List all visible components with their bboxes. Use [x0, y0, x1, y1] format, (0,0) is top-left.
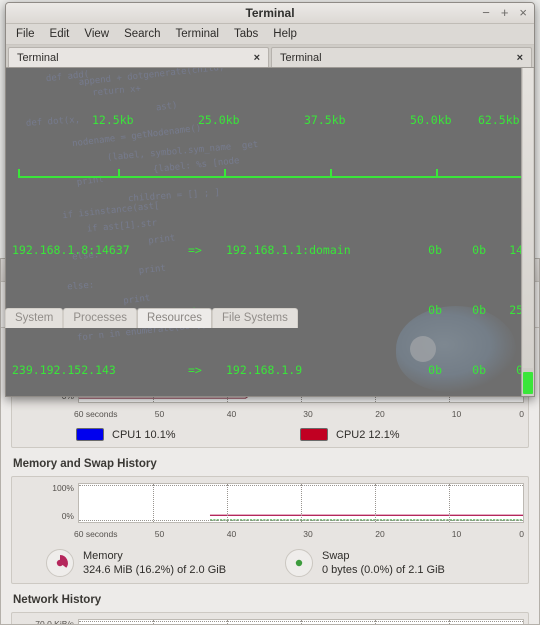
terminal-scrollbar-track[interactable]	[523, 68, 533, 368]
row-c2: 0b	[472, 243, 486, 257]
row-c1: 0b	[428, 243, 442, 257]
scale-label-0: 12.5kb	[92, 113, 134, 127]
menu-view[interactable]: View	[84, 28, 109, 40]
swap-gauge-icon	[285, 549, 313, 577]
iftop-output: 12.5kb 25.0kb 37.5kb 50.0kb 62.5kb 192.1…	[6, 68, 534, 396]
terminal-tab-1[interactable]: Terminal ×	[8, 47, 269, 67]
cpu2-legend: CPU2 12.1%	[300, 428, 524, 441]
terminal-tab-1-label: Terminal	[17, 51, 59, 64]
terminal-title: Terminal	[245, 6, 295, 20]
row-dest: 192.168.1.9	[226, 363, 303, 377]
iftop-row: 192.168.1.8:14637 => 192.168.1.1:domain 0b 0…	[12, 240, 530, 260]
memory-swap-title: Memory and Swap History	[13, 458, 157, 470]
row-host: 239.192.152.143	[12, 363, 116, 377]
tab-system[interactable]: System	[5, 308, 64, 328]
close-icon[interactable]: ×	[519, 4, 527, 22]
minimize-icon[interactable]: −	[482, 4, 490, 22]
cpu1-color-swatch	[76, 428, 104, 441]
terminal-scrollbar-thumb[interactable]	[523, 372, 533, 394]
cpu-x-axis: 60 seconds 50 40 30 20 10 0	[74, 409, 524, 419]
scale-label-2: 37.5kb	[304, 113, 346, 127]
memory-swap-section: Memory and Swap History 100% 0% 60 secon…	[1, 448, 539, 584]
memory-label: Memory	[83, 550, 123, 562]
network-history-panel: 70.0 KiB/s 0.0 KiB/s 60 seconds 50	[11, 612, 529, 625]
menu-search[interactable]: Search	[124, 28, 160, 40]
menu-help[interactable]: Help	[273, 28, 297, 40]
row-c1: 0b	[428, 303, 442, 317]
memory-x-tick-0: 60 seconds	[74, 529, 118, 539]
memory-x-tick-3: 30	[303, 529, 313, 539]
tab-file-systems[interactable]: File Systems	[212, 308, 298, 328]
maximize-icon[interactable]: +	[501, 4, 509, 22]
memory-legend: Memory 324.6 MiB (16.2%) of 2.0 GiB	[46, 549, 285, 577]
cpu2-color-swatch	[300, 428, 328, 441]
row-c2: 0b	[472, 303, 486, 317]
memory-swap-panel: 100% 0% 60 seconds 50 40 30 20 10 0 Memo…	[11, 476, 529, 584]
tab-processes[interactable]: Processes	[63, 308, 138, 328]
memory-y-bottom: 0%	[61, 511, 74, 521]
cpu-legend: CPU1 10.1% CPU2 12.1%	[16, 428, 524, 441]
iftop-scale-bar	[18, 169, 522, 178]
memory-x-tick-4: 20	[375, 529, 385, 539]
swap-label: Swap	[322, 550, 350, 562]
row-c2: 0b	[472, 363, 486, 377]
iftop-row: 239.192.152.143=>192.168.1.90b0b0b	[12, 360, 530, 380]
memory-y-axis: 100% 0%	[16, 483, 78, 529]
network-history-section: Network History 70.0 KiB/s 0.0 KiB/s	[1, 584, 539, 625]
terminal-tab-2-label: Terminal	[280, 51, 322, 64]
row-dest: 192.168.1.1:domain	[226, 243, 351, 257]
memory-x-tick-5: 10	[451, 529, 462, 539]
memory-value: 324.6 MiB (16.2%) of 2.0 GiB	[83, 564, 227, 576]
terminal-titlebar[interactable]: Terminal − + ×	[6, 3, 534, 24]
terminal-content[interactable]: def add( return x+ ast) def dot(x, nodenam…	[6, 68, 534, 396]
terminal-window[interactable]: Terminal − + × File Edit View Search Ter…	[5, 2, 535, 397]
tab-resources[interactable]: Resources	[137, 308, 212, 328]
scale-label-1: 25.0kb	[198, 113, 240, 127]
row-arrow: =>	[188, 243, 202, 257]
terminal-tabbar[interactable]: Terminal × Terminal ×	[6, 45, 534, 68]
iftop-scale-labels: 12.5kb 25.0kb 37.5kb 50.0kb 62.5kb	[12, 110, 530, 129]
terminal-menubar[interactable]: File Edit View Search Terminal Tabs Help	[6, 24, 534, 45]
memory-gauge-icon	[46, 549, 74, 577]
cpu1-legend: CPU1 10.1%	[76, 428, 300, 441]
network-y-top: 70.0 KiB/s	[35, 619, 74, 625]
memory-swap-plot	[78, 483, 524, 523]
memory-x-tick-2: 40	[226, 529, 237, 539]
terminal-window-controls[interactable]: − + ×	[482, 4, 527, 22]
cpu1-label: CPU1 10.1%	[112, 428, 176, 441]
row-c1: 0b	[428, 363, 442, 377]
memory-x-tick-6: 0	[519, 529, 524, 539]
memory-x-tick-1: 50	[154, 529, 165, 539]
network-history-plot	[78, 619, 524, 624]
menu-edit[interactable]: Edit	[50, 28, 70, 40]
memory-y-top: 100%	[52, 483, 74, 493]
memory-swap-legend: Memory 324.6 MiB (16.2%) of 2.0 GiB Swap…	[16, 549, 524, 577]
cpu2-label: CPU2 12.1%	[336, 428, 400, 441]
network-history-title: Network History	[13, 594, 102, 606]
terminal-scrollbar[interactable]	[521, 68, 534, 396]
row-arrow: =>	[188, 363, 202, 377]
scale-label-3: 50.0kb	[410, 113, 452, 127]
menu-tabs[interactable]: Tabs	[234, 28, 258, 40]
memory-x-axis: 60 seconds 50 40 30 20 10 0	[74, 529, 524, 541]
menu-terminal[interactable]: Terminal	[176, 28, 219, 40]
terminal-tab-2[interactable]: Terminal ×	[271, 47, 532, 67]
network-y-axis: 70.0 KiB/s 0.0 KiB/s	[16, 619, 78, 625]
terminal-tab-2-close-icon[interactable]: ×	[517, 52, 523, 64]
swap-value: 0 bytes (0.0%) of 2.1 GiB	[322, 564, 445, 576]
menu-file[interactable]: File	[16, 28, 35, 40]
terminal-tab-1-close-icon[interactable]: ×	[254, 52, 260, 64]
scale-label-4: 62.5kb	[478, 113, 520, 127]
swap-legend: Swap 0 bytes (0.0%) of 2.1 GiB	[285, 549, 524, 577]
